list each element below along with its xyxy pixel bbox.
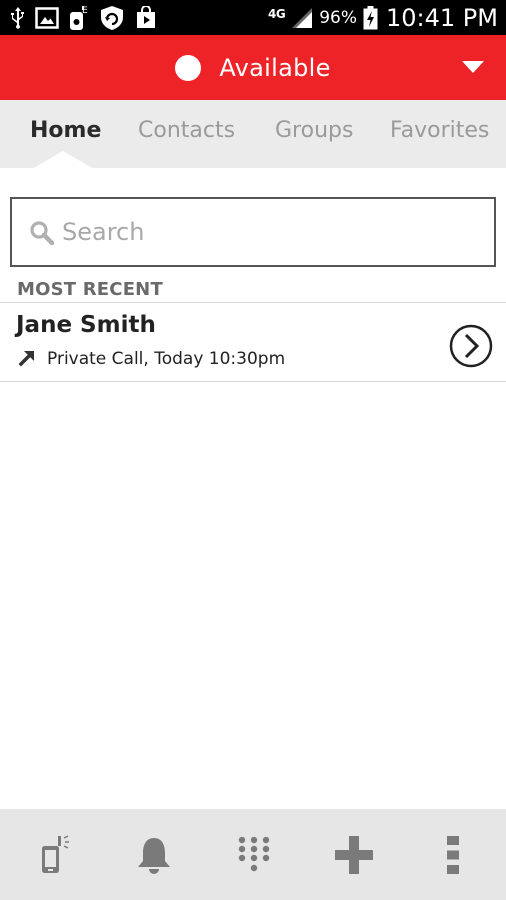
search-icon	[30, 221, 55, 246]
outgoing-call-arrow-icon	[18, 351, 34, 367]
chevron-right-circle-icon[interactable]	[449, 324, 493, 368]
voicemail-phone-icon: E	[70, 6, 88, 30]
presence-status-selector[interactable]: Available	[0, 35, 506, 100]
notifications-button[interactable]	[114, 809, 194, 900]
system-status: 4G 96% 10:41 PM	[268, 0, 498, 35]
overflow-menu-icon	[447, 835, 459, 874]
tab-groups[interactable]: Groups	[275, 100, 353, 162]
status-bar: E 4G 96% 10:41 PM	[0, 0, 506, 35]
shield-refresh-icon	[101, 6, 123, 30]
presence-status-bar[interactable]: Available	[0, 35, 506, 100]
ptt-phone-icon	[42, 834, 69, 873]
gallery-icon	[35, 7, 59, 29]
bottom-nav	[0, 809, 506, 900]
signal-strength-icon	[292, 7, 313, 28]
app-screen: E 4G 96% 10:41 PM Available Home Contact…	[0, 0, 506, 900]
tab-favorites[interactable]: Favorites	[390, 100, 489, 162]
search-input[interactable]	[62, 199, 482, 265]
caret-down-icon[interactable]	[462, 61, 484, 73]
recent-call-row[interactable]: Jane Smith Private Call, Today 10:30pm	[0, 303, 506, 381]
contact-name: Jane Smith	[16, 312, 156, 338]
add-button[interactable]	[314, 809, 394, 900]
call-detail: Private Call, Today 10:30pm	[47, 349, 286, 369]
tab-contacts[interactable]: Contacts	[138, 100, 235, 162]
battery-percent: 96%	[319, 7, 358, 28]
notification-icons: E	[10, 4, 158, 32]
battery-charging-icon	[363, 5, 378, 29]
status-clock: 10:41 PM	[386, 3, 498, 32]
presence-dot-icon	[175, 54, 202, 81]
network-type-label: 4G	[268, 6, 286, 21]
row-divider	[0, 381, 506, 382]
ptt-phone-button[interactable]	[14, 809, 94, 900]
plus-icon	[335, 835, 373, 874]
overflow-menu-button[interactable]	[413, 809, 493, 900]
section-title-most-recent: MOST RECENT	[17, 279, 163, 300]
dialpad-button[interactable]	[214, 809, 294, 900]
active-tab-indicator	[32, 151, 94, 169]
dialpad-icon	[238, 836, 270, 871]
bell-icon	[138, 837, 170, 874]
search-box[interactable]	[10, 197, 496, 267]
play-store-icon	[137, 6, 155, 28]
presence-status-label: Available	[219, 53, 331, 82]
usb-icon	[11, 7, 24, 29]
